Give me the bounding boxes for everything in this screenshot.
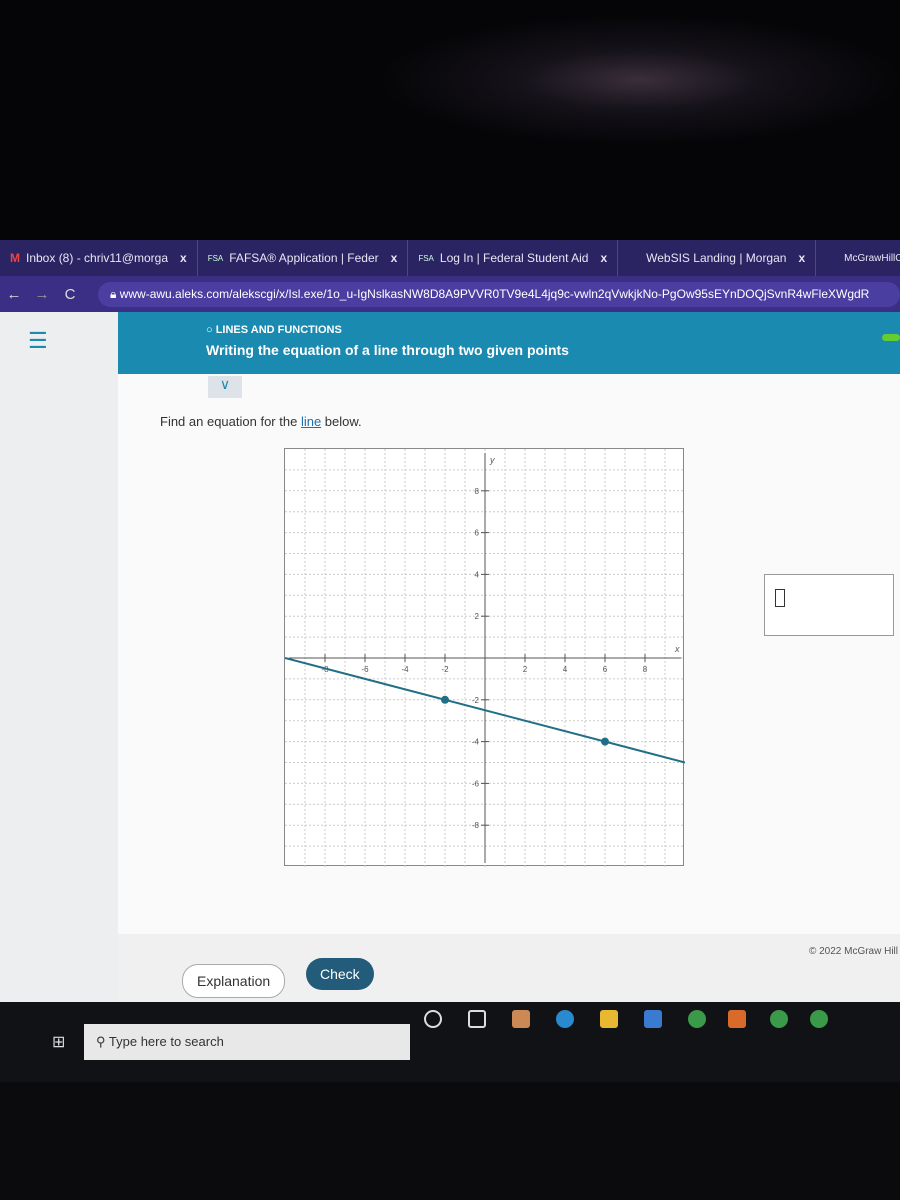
coordinate-graph: -8 -6 -4 -2 2 4 6 8 8 6 4 2 -2 -4 -6 -8 x y [284, 448, 686, 867]
topic-label: ○ LINES AND FUNCTIONS [206, 324, 342, 336]
tab-gmail[interactable]: M Inbox (8) - chriv11@morga x [0, 240, 198, 276]
search-icon: ⚲ [96, 1034, 109, 1049]
y-tick-label: -8 [472, 821, 480, 830]
input-cursor [775, 589, 785, 607]
chrome-icon[interactable] [688, 1010, 706, 1028]
tab-label: Inbox (8) - chriv11@morga [26, 251, 169, 265]
cortana-icon[interactable] [424, 1010, 442, 1028]
collapse-chevron-icon[interactable]: ∨ [208, 376, 242, 398]
close-icon[interactable]: x [391, 251, 398, 265]
x-axis-label: x [674, 644, 680, 654]
store-icon[interactable] [512, 1010, 530, 1028]
menu-icon[interactable]: ☰ [28, 328, 48, 354]
check-button[interactable]: Check [306, 958, 374, 990]
y-tick-label: 4 [475, 570, 480, 579]
tab-websis[interactable]: WebSIS Landing | Morgan x [618, 240, 817, 276]
tab-label: WebSIS Landing | Morgan [646, 251, 787, 265]
tab-label: Log In | Federal Student Aid [439, 251, 589, 265]
line-link[interactable]: line [301, 414, 321, 429]
line-point [601, 737, 609, 746]
tab-label: McGrawHillCampus_ [844, 252, 900, 264]
url-input[interactable]: 🔒︎ www-awu.aleks.com/alekscgi/x/Isl.exe/… [98, 281, 900, 307]
back-icon[interactable]: ← [0, 286, 28, 303]
footer: Explanation Check © 2022 McGraw Hill [118, 934, 900, 1002]
x-tick-label: -2 [441, 665, 449, 674]
topic-header: ☰ ○ LINES AND FUNCTIONS Writing the equa… [28, 312, 900, 374]
y-tick-label: 2 [475, 612, 480, 621]
lock-icon: 🔒︎ [110, 286, 120, 301]
answer-input[interactable] [764, 574, 894, 636]
gmail-icon: M [10, 251, 20, 265]
page-title: Writing the equation of a line through t… [206, 342, 569, 358]
close-icon[interactable]: x [798, 251, 805, 265]
fsa-icon: FSA [418, 253, 434, 263]
taskbar-search[interactable]: ⚲ Type here to search [84, 1024, 410, 1060]
tab-fsa-login[interactable]: FSA Log In | Federal Student Aid x [408, 240, 619, 276]
y-tick-label: 6 [475, 529, 480, 538]
tab-fafsa[interactable]: FSA FAFSA® Application | Feder x [198, 240, 409, 276]
progress-indicator [882, 334, 900, 341]
address-bar: ← → C 🔒︎ www-awu.aleks.com/alekscgi/x/Is… [0, 276, 900, 312]
y-tick-label: -2 [472, 696, 480, 705]
y-tick-label: -6 [472, 779, 480, 788]
background-photo [0, 0, 900, 240]
prompt-text: Find an equation for the [160, 414, 301, 429]
question-area: ∨ Find an equation for the line below. -… [118, 374, 900, 934]
windows-taskbar: ⊞ ⚲ Type here to search [0, 1002, 900, 1082]
y-tick-label: -4 [472, 738, 480, 747]
reload-icon[interactable]: C [56, 286, 84, 303]
prompt-text: below. [321, 414, 362, 429]
x-tick-label: -6 [361, 665, 369, 674]
close-icon[interactable]: x [600, 251, 607, 265]
windows-start-icon[interactable]: ⊞ [52, 1032, 65, 1052]
question-prompt: Find an equation for the line below. [160, 414, 362, 429]
office-icon[interactable] [728, 1010, 746, 1028]
y-axis-label: y [489, 455, 495, 465]
fsa-icon: FSA [207, 253, 224, 263]
edge-icon[interactable] [556, 1010, 574, 1028]
line-point [441, 695, 449, 704]
x-tick-label: -4 [401, 665, 409, 674]
x-tick-label: 8 [643, 665, 648, 674]
x-tick-label: 4 [563, 665, 568, 674]
x-tick-label: 2 [523, 665, 528, 674]
graph-svg: -8 -6 -4 -2 2 4 6 88642-2-4-6-8xy [284, 449, 686, 867]
file-explorer-icon[interactable] [600, 1010, 618, 1028]
x-tick-label: 6 [603, 665, 608, 674]
mail-icon[interactable] [644, 1010, 662, 1028]
explanation-button[interactable]: Explanation [182, 964, 286, 998]
copyright: © 2022 McGraw Hill [808, 946, 898, 957]
chrome-icon[interactable] [810, 1010, 828, 1028]
tab-bar: M Inbox (8) - chriv11@morga x FSA FAFSA® Ap… [0, 240, 900, 276]
topic-text: LINES AND FUNCTIONS [215, 324, 342, 336]
y-tick-label: 8 [475, 487, 480, 496]
close-icon[interactable]: x [180, 251, 187, 265]
tab-mcgrawhill[interactable]: McGrawHillCampus_ [816, 240, 900, 276]
tab-label: FAFSA® Application | Feder [229, 251, 379, 265]
forward-icon[interactable]: → [28, 286, 56, 303]
task-view-icon[interactable] [468, 1010, 486, 1028]
aleks-page: ☰ ○ LINES AND FUNCTIONS Writing the equa… [0, 312, 900, 1002]
search-placeholder: Type here to search [108, 1034, 224, 1049]
chrome-icon[interactable] [770, 1010, 788, 1028]
url-text: www-awu.aleks.com/alekscgi/x/Isl.exe/1o_… [119, 286, 870, 301]
